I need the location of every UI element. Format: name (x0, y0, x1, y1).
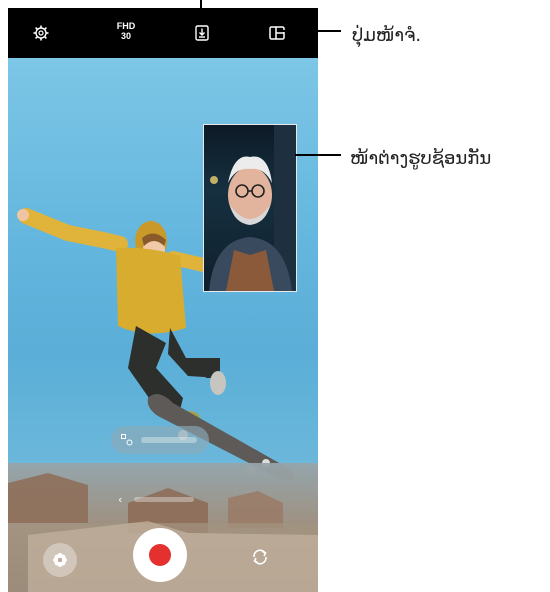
mode-label (134, 496, 195, 502)
callout-line-view (283, 30, 341, 32)
split-view-icon[interactable] (266, 22, 288, 44)
resolution-label: FHD (116, 21, 136, 31)
effects-button[interactable] (43, 543, 77, 577)
callout-line-save (200, 0, 202, 18)
camera-bottom-controls: ‹ (8, 463, 318, 592)
resolution-button[interactable]: FHD 30 (111, 21, 141, 41)
camera-top-bar: FHD 30 (8, 8, 318, 58)
pip-front-camera-window[interactable] (203, 124, 297, 292)
callout-line-pip (295, 154, 341, 156)
record-button[interactable] (133, 528, 187, 582)
camera-switch-icon[interactable] (248, 545, 272, 569)
download-icon[interactable] (191, 22, 213, 44)
flower-icon (53, 553, 67, 567)
gear-icon[interactable] (30, 22, 52, 44)
record-icon (149, 544, 171, 566)
callout-pip-window: ໜ້າຕ່າງຮູບຊ້ອນກັນ (350, 148, 492, 169)
tracking-pill[interactable] (111, 426, 209, 454)
camera-preview: FHD 30 ‹ (8, 8, 318, 592)
mode-selector[interactable]: ‹ (118, 492, 208, 506)
callout-view-button: ປຸ່ມໜ້າຈໍ. (352, 25, 422, 46)
subject-focus-icon (121, 434, 133, 446)
tracking-pill-label (141, 437, 197, 443)
chevron-left-icon: ‹ (118, 492, 123, 506)
pip-portrait-image (209, 125, 296, 291)
framerate-label: 30 (120, 31, 131, 41)
